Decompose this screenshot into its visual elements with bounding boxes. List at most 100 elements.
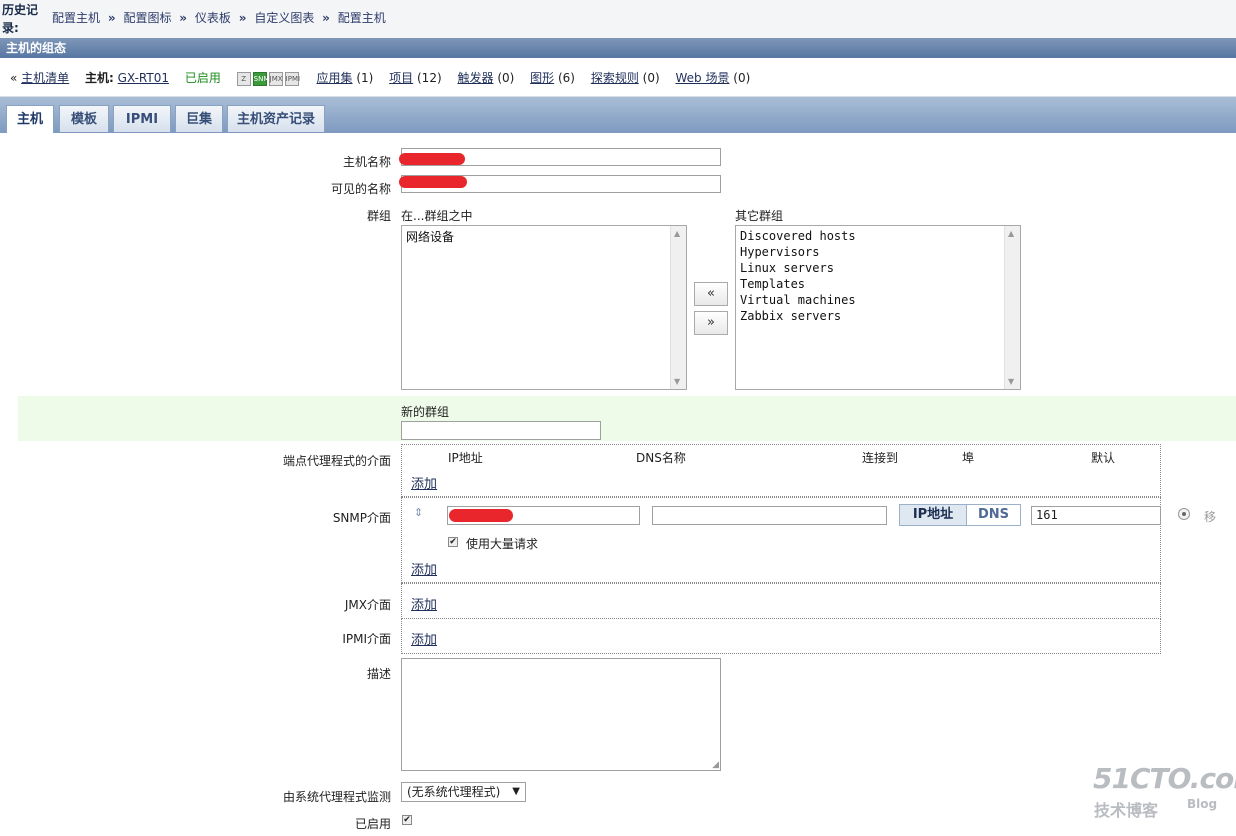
nav-graphs: 图形 (6) (530, 71, 575, 85)
redaction-mark (449, 509, 513, 522)
add-agent-interface-link[interactable]: 添加 (411, 473, 437, 492)
list-item[interactable]: Hypervisors (736, 244, 1020, 260)
list-item[interactable]: Zabbix servers (736, 308, 1020, 324)
add-snmp-interface-link[interactable]: 添加 (411, 559, 437, 578)
history-separator: » (179, 11, 188, 25)
discovery-rules-link[interactable]: 探索规则 (591, 71, 639, 85)
agent-interfaces-label: 端点代理程式的介面 (282, 454, 391, 468)
snmp-port-input[interactable]: 161 (1031, 506, 1161, 525)
jmx-interfaces-box (401, 583, 1161, 619)
graphs-link[interactable]: 图形 (530, 71, 554, 85)
history-item[interactable]: 自定义图表 (254, 11, 314, 25)
scroll-up-icon[interactable]: ▲ (1008, 229, 1014, 238)
tab-ipmi[interactable]: IPMI (113, 105, 171, 132)
new-group-input[interactable] (401, 421, 601, 440)
jmx-interfaces-label: JMX介面 (344, 598, 391, 612)
chevron-down-icon: ▼ (512, 786, 520, 797)
applications-link[interactable]: 应用集 (316, 71, 352, 85)
jmx-icon: JMX (268, 71, 283, 86)
ipmi-interfaces-box (401, 618, 1161, 654)
scroll-down-icon[interactable]: ▼ (1008, 377, 1014, 386)
snmp-dns-input[interactable] (652, 506, 887, 525)
scroll-down-icon[interactable]: ▼ (674, 377, 680, 386)
column-connect: 连接到 (862, 451, 899, 465)
triggers-link[interactable]: 触发器 (457, 71, 493, 85)
drag-handle-icon[interactable]: ⇕ (414, 506, 423, 519)
agent-interfaces-box (401, 444, 1161, 497)
enabled-label: 已启用 (354, 817, 391, 831)
scrollbar[interactable]: ▲ ▼ (1004, 226, 1020, 389)
ipmi-interfaces-label: IPMI介面 (342, 632, 391, 646)
history-item[interactable]: 配置主机 (52, 11, 100, 25)
host-nav-bar: « 主机清单 主机: GX-RT01 已启用 Z SNMPJMX IPMI 应用集 … (0, 58, 1236, 97)
history-item[interactable]: 配置主机 (338, 11, 386, 25)
host-list-link-wrap[interactable]: « 主机清单 (10, 71, 69, 85)
bulk-label: 使用大量请求 (466, 537, 539, 551)
connect-ip-button[interactable]: IP地址 (899, 504, 967, 526)
host-label: 主机: (85, 71, 114, 85)
page-title: 主机的组态 (0, 38, 1236, 58)
connect-dns-button[interactable]: DNS (966, 504, 1021, 526)
description-textarea[interactable]: ◢ (401, 658, 721, 771)
default-radio[interactable] (1178, 508, 1190, 520)
tab-strip: 主机 模板 IPMI 巨集 主机资产记录 (0, 97, 1236, 133)
in-groups-label: 在...群组之中 (401, 209, 473, 223)
groups-label: 群组 (366, 209, 391, 223)
history-bar: 历史记录: 配置主机 » 配置图标 » 仪表板 » 自定义图表 » 配置主机 (0, 0, 1236, 39)
host-name-label: 主机名称 (342, 155, 391, 169)
history-separator: » (107, 11, 116, 25)
discovery-count: (0) (642, 71, 660, 85)
status-enabled[interactable]: 已启用 (185, 71, 221, 85)
bulk-checkbox[interactable]: ✔ (448, 537, 458, 547)
history-label: 历史记录: (2, 3, 39, 35)
other-groups-label: 其它群组 (735, 209, 784, 223)
snmp-icon: SNMP (252, 71, 274, 86)
web-count: (0) (733, 71, 751, 85)
list-item[interactable]: Templates (736, 276, 1020, 292)
watermark-logo: 51CTO.com (1093, 762, 1236, 795)
ipmi-icon: IPMI (284, 71, 300, 86)
enabled-checkbox[interactable]: ✔ (402, 815, 412, 825)
history-item[interactable]: 仪表板 (195, 11, 231, 25)
new-group-label: 新的群组 (401, 405, 450, 419)
proxy-select[interactable]: (无系统代理程式) ▼ (401, 782, 526, 802)
redaction-mark (399, 176, 467, 188)
history-item[interactable]: 配置图标 (123, 11, 171, 25)
remove-link[interactable]: 移 (1204, 508, 1216, 525)
applications-count: (1) (356, 71, 374, 85)
watermark-blog: Blog (1187, 797, 1218, 811)
column-dns: DNS名称 (636, 451, 686, 465)
move-right-button[interactable]: » (694, 311, 728, 335)
scrollbar[interactable]: ▲ ▼ (670, 226, 686, 389)
items-link[interactable]: 项目 (389, 71, 413, 85)
triggers-count: (0) (497, 71, 515, 85)
add-jmx-interface-link[interactable]: 添加 (411, 594, 437, 613)
nav-applications: 应用集 (1) (316, 71, 373, 85)
add-ipmi-interface-link[interactable]: 添加 (411, 629, 437, 648)
scroll-up-icon[interactable]: ▲ (674, 229, 680, 238)
visible-name-label: 可见的名称 (330, 182, 391, 196)
host-list-link[interactable]: 主机清单 (21, 71, 69, 85)
list-item[interactable]: 网络设备 (402, 229, 686, 245)
other-groups-listbox[interactable]: Discovered hosts Hypervisors Linux serve… (735, 225, 1021, 390)
resize-grip-icon[interactable]: ◢ (712, 760, 719, 770)
tab-macros[interactable]: 巨集 (175, 105, 223, 132)
web-scenarios-link[interactable]: Web 场景 (675, 71, 729, 85)
tab-host[interactable]: 主机 (6, 105, 54, 133)
nav-triggers: 触发器 (0) (457, 71, 514, 85)
history-separator: » (238, 11, 247, 25)
new-group-row (18, 396, 1236, 441)
description-label: 描述 (366, 667, 391, 681)
proxy-select-value: (无系统代理程式) (407, 785, 501, 799)
tab-templates[interactable]: 模板 (59, 105, 109, 132)
list-item[interactable]: Virtual machines (736, 292, 1020, 308)
history-separator: » (322, 11, 330, 25)
list-item[interactable]: Linux servers (736, 260, 1020, 276)
list-item[interactable]: Discovered hosts (736, 228, 1020, 244)
in-groups-listbox[interactable]: 网络设备 ▲ ▼ (401, 225, 687, 390)
move-left-button[interactable]: « (694, 282, 728, 306)
host-name-link[interactable]: GX-RT01 (118, 71, 169, 85)
column-default: 默认 (1091, 451, 1116, 465)
nav-web: Web 场景 (0) (675, 71, 750, 85)
tab-inventory[interactable]: 主机资产记录 (227, 105, 325, 132)
